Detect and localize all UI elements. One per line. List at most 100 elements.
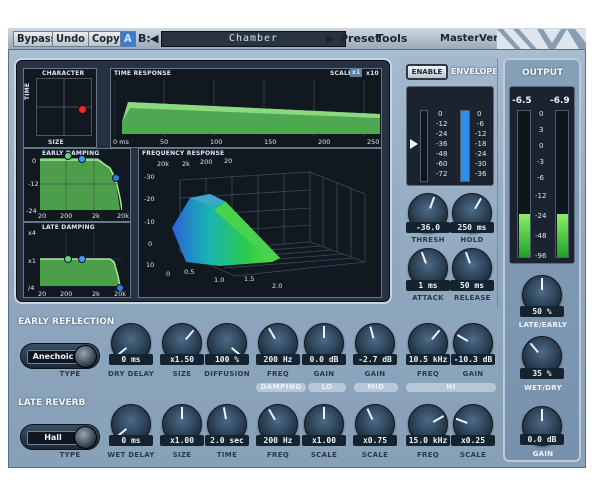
- early-damping-y-24: -24: [26, 207, 37, 215]
- character-point-handle[interactable]: [78, 105, 87, 114]
- time-tick-200: 200: [318, 138, 331, 146]
- early-damping-mid-handle[interactable]: [78, 155, 86, 163]
- next-preset-icon[interactable]: ▶: [326, 31, 338, 47]
- envelope-enable-button[interactable]: ENABLE: [406, 64, 448, 80]
- er-lo-gain-label: GAIN: [313, 370, 335, 378]
- late-damping-title: LATE DAMPING: [42, 224, 95, 231]
- time-response-graph: [114, 80, 380, 136]
- early-reflection-title: EARLY REFLECTION: [18, 317, 115, 327]
- lr-size-value: x1.00: [160, 435, 204, 446]
- lr-type-label: TYPE: [59, 451, 81, 459]
- undo-button[interactable]: Undo: [52, 31, 89, 47]
- env-scale-48: -48: [436, 150, 448, 158]
- time-tick-250: 250: [367, 138, 380, 146]
- lr-lo-freq-value: 200 Hz: [256, 435, 300, 446]
- out-scale-m24: -24: [535, 212, 547, 220]
- time-tick-0: 0 ms: [113, 138, 129, 146]
- er-type-value: Anechoic: [27, 350, 79, 364]
- lr-type-value: Hall: [27, 431, 79, 445]
- frequency-response-title: FREQUENCY RESPONSE: [142, 150, 225, 157]
- early-damping-x-20k: 20k: [117, 212, 130, 220]
- threshold-marker-icon[interactable]: [410, 139, 418, 149]
- copy-button[interactable]: Copy: [88, 31, 124, 47]
- lr-type-knob[interactable]: [74, 426, 97, 449]
- early-damping-x-2k: 2k: [92, 212, 100, 220]
- time-tick-50: 50: [160, 138, 169, 146]
- setup-b-button[interactable]: B:: [138, 31, 151, 47]
- output-title: OUTPUT: [522, 68, 564, 78]
- lr-size-label: SIZE: [172, 451, 192, 459]
- env-scale-24: -24: [436, 130, 448, 138]
- out-scale-m96: -96: [535, 252, 547, 260]
- lr-mid-scale-label: SCALE: [361, 451, 389, 459]
- tools-menu-button[interactable]: Tools: [376, 31, 407, 47]
- hi-band-label: HI: [406, 383, 496, 392]
- time-tick-100: 100: [210, 138, 223, 146]
- hold-label: HOLD: [460, 236, 484, 244]
- lr-hi-freq-value: 15.0 kHz: [406, 435, 450, 446]
- env-scale-60: -60: [436, 160, 448, 168]
- out-scale-m6: -6: [537, 174, 544, 182]
- late-damping-x-20k: 20k: [114, 290, 127, 298]
- er-type-selector[interactable]: Anechoic: [20, 343, 100, 369]
- output-meter-left: [517, 110, 531, 258]
- lr-type-selector[interactable]: Hall: [20, 424, 100, 450]
- lr-hi-scale-value: x0.25: [451, 435, 495, 446]
- scale-x1-button[interactable]: x1: [350, 69, 363, 77]
- er-hi-freq-label: FREQ: [416, 370, 440, 378]
- late-damping-mid-handle[interactable]: [78, 255, 86, 263]
- freq-z-0: 0: [148, 240, 153, 248]
- freq-z-10: 10: [146, 261, 155, 269]
- diffusion-label: DIFFUSION: [204, 370, 250, 378]
- diffusion-value: 100 %: [205, 354, 249, 365]
- dry-delay-value: 0 ms: [109, 354, 153, 365]
- env-scale-r36: -36: [475, 170, 487, 178]
- wet-dry-label: WET/DRY: [524, 384, 562, 392]
- frequency-response-3d-graph: [172, 171, 366, 277]
- lr-lo-scale-value: x1.00: [302, 435, 346, 446]
- late-damping-y-div4: /4: [28, 284, 35, 292]
- out-scale-3: 3: [539, 126, 544, 134]
- er-mid-gain-value: -2.7 dB: [353, 354, 397, 365]
- er-lo-freq-label: FREQ: [266, 370, 290, 378]
- scale-x10-button[interactable]: x10: [366, 70, 379, 77]
- env-scale-72: -72: [436, 170, 448, 178]
- er-hi-gain-label: GAIN: [462, 370, 484, 378]
- wet-delay-value: 0 ms: [109, 435, 153, 446]
- lr-lo-freq-label: FREQ: [266, 451, 290, 459]
- lr-time-label: TIME: [216, 451, 238, 459]
- early-damping-hi-handle[interactable]: [112, 174, 120, 182]
- late-damping-y-x1: x1: [28, 257, 36, 265]
- lr-hi-scale-label: SCALE: [459, 451, 487, 459]
- out-scale-0: 0: [539, 110, 544, 118]
- er-size-value: x1.50: [160, 354, 204, 365]
- setup-a-button[interactable]: A: [120, 31, 136, 47]
- early-damping-lo-handle[interactable]: [64, 152, 72, 160]
- thresh-label: THRESH: [411, 236, 445, 244]
- early-damping-graph[interactable]: [40, 158, 122, 210]
- preset-name-display[interactable]: Chamber: [161, 31, 346, 47]
- mid-band-label: MID: [354, 383, 398, 392]
- late-damping-lo-handle[interactable]: [64, 255, 72, 263]
- late-damping-y-x4: x4: [28, 229, 36, 237]
- waves-logo: [497, 29, 586, 49]
- envelope-title: ENVELOPE: [451, 67, 498, 76]
- envelope-gain-meter: [460, 110, 470, 182]
- er-lo-gain-value: 0.0 dB: [302, 354, 346, 365]
- er-mid-gain-label: GAIN: [364, 370, 386, 378]
- attack-label: ATTACK: [412, 294, 444, 302]
- early-damping-x-20: 20: [38, 212, 47, 220]
- output-peak-right: -6.9: [550, 96, 570, 106]
- freq-top-20: 20: [224, 157, 233, 165]
- env-scale-r0: 0: [477, 110, 482, 118]
- env-scale-r6: -6: [477, 120, 484, 128]
- attack-value: 1 ms: [406, 280, 450, 291]
- env-scale-r12: -12: [475, 130, 487, 138]
- preset-menu-button[interactable]: Preset: [340, 31, 380, 47]
- envelope-input-meter: [420, 110, 428, 182]
- late-reverb-title: LATE REVERB: [18, 398, 86, 408]
- er-type-knob[interactable]: [74, 345, 97, 368]
- er-hi-gain-value: -10.3 dB: [451, 354, 495, 365]
- character-title: CHARACTER: [42, 70, 85, 77]
- freq-z-m10: -10: [144, 218, 155, 226]
